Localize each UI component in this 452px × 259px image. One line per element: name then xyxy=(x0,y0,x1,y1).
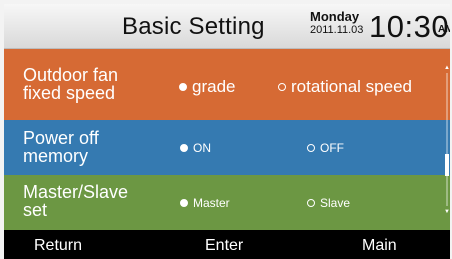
triangle-down-icon[interactable]: ▼ xyxy=(444,209,450,215)
header-bar: Basic Setting Monday 2011.11.03 10:30 AM xyxy=(4,4,450,49)
softkey-bar: Return Enter Main xyxy=(4,230,450,259)
option-slave[interactable]: Slave xyxy=(307,196,350,210)
option-master[interactable]: Master xyxy=(180,196,230,210)
option-off[interactable]: OFF xyxy=(307,141,344,155)
radio-unselected-icon xyxy=(278,83,286,91)
controller-screen: Basic Setting Monday 2011.11.03 10:30 AM… xyxy=(4,4,450,259)
main-button[interactable]: Main xyxy=(362,237,397,255)
setting-row-power-off-memory[interactable]: Power off memory ON OFF xyxy=(4,120,450,175)
day-label: Monday xyxy=(310,9,360,24)
triangle-up-icon[interactable]: ▲ xyxy=(444,65,450,71)
setting-row-outdoor-fan[interactable]: Outdoor fan fixed speed grade rotational… xyxy=(4,49,450,120)
setting-label: Master/Slave set xyxy=(23,182,129,220)
scroll-thumb[interactable] xyxy=(445,154,449,176)
radio-unselected-icon xyxy=(307,199,315,207)
option-grade[interactable]: grade xyxy=(179,77,235,97)
radio-unselected-icon xyxy=(307,144,315,152)
radio-selected-icon xyxy=(179,83,187,91)
page-title: Basic Setting xyxy=(122,13,265,40)
date-label: 2011.11.03 xyxy=(310,24,364,36)
radio-selected-icon xyxy=(180,199,188,207)
option-rotational-speed[interactable]: rotational speed xyxy=(278,77,412,97)
setting-label: Power off memory xyxy=(23,128,99,166)
clock-ampm: AM xyxy=(438,24,450,35)
radio-selected-icon xyxy=(180,144,188,152)
return-button[interactable]: Return xyxy=(34,237,82,255)
setting-label: Outdoor fan fixed speed xyxy=(23,65,119,103)
option-on[interactable]: ON xyxy=(180,141,211,155)
date-display: Monday 2011.11.03 xyxy=(310,10,363,36)
scroll-track[interactable] xyxy=(446,73,448,206)
setting-row-master-slave[interactable]: Master/Slave set Master Slave xyxy=(4,175,450,230)
enter-button[interactable]: Enter xyxy=(205,237,243,255)
scrollbar[interactable]: ▲ ▼ xyxy=(444,49,450,230)
